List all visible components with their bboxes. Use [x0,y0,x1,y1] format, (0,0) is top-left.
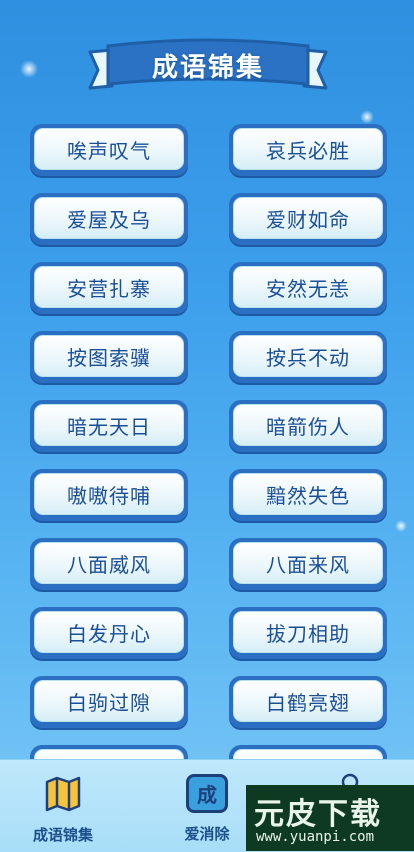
idiom-card[interactable]: 暗箭伤人 [229,400,387,452]
idiom-card[interactable]: 爱财如命 [229,193,387,245]
idiom-label: 八面威风 [34,542,184,584]
idiom-label: 哀兵必胜 [233,128,383,170]
idiom-label: 八面来风 [233,542,383,584]
idiom-card[interactable]: 按图索骥 [30,331,188,383]
idiom-card[interactable]: 按兵不动 [229,331,387,383]
tile-char: 成 [197,783,217,807]
idiom-card-partial[interactable] [30,745,188,760]
idiom-label: 爱财如命 [233,197,383,239]
title-banner: 成语锦集 [86,38,330,98]
idiom-card[interactable]: 唉声叹气 [30,124,188,176]
idiom-label: 爱屋及乌 [34,197,184,239]
idiom-label: 暗箭伤人 [233,404,383,446]
idiom-label: 唉声叹气 [34,128,184,170]
idiom-label: 黯然失色 [233,473,383,515]
watermark-title: 元皮下载 [254,797,382,832]
idiom-card[interactable]: 安然无恙 [229,262,387,314]
idiom-card-partial[interactable] [229,745,387,760]
idiom-grid: 唉声叹气 哀兵必胜 爱屋及乌 爱财如命 安营扎寨 安然无恙 按图索骥 按兵不动 … [25,120,389,760]
idiom-card[interactable]: 安营扎寨 [30,262,188,314]
idiom-card[interactable]: 黯然失色 [229,469,387,521]
nav-item-love-eliminate[interactable]: 成 爱消除 [162,774,252,844]
nav-label: 爱消除 [184,825,230,843]
idiom-card[interactable]: 白发丹心 [30,607,188,659]
idiom-label: 暗无天日 [34,404,184,446]
idiom-label: 白鹤亮翅 [233,680,383,722]
idiom-label: 拔刀相助 [233,611,383,653]
idiom-label: 白驹过隙 [34,680,184,722]
idiom-label: 嗷嗷待哺 [34,473,184,515]
idiom-card[interactable]: 暗无天日 [30,400,188,452]
background-sparkle [395,520,407,532]
nav-label: 成语锦集 [32,826,93,844]
idiom-label: 白发丹心 [34,611,184,653]
idiom-label: 安然无恙 [233,266,383,308]
idiom-card[interactable]: 八面威风 [30,538,188,590]
watermark: 元皮下载 www.yuanpi.com [246,785,414,851]
idiom-label: 安营扎寨 [34,266,184,308]
idiom-label: 按图索骥 [34,335,184,377]
idiom-card[interactable]: 拔刀相助 [229,607,387,659]
page-title: 成语锦集 [151,52,264,83]
idiom-card[interactable]: 嗷嗷待哺 [30,469,188,521]
watermark-url: www.yuanpi.com [256,829,375,845]
background-sparkle [20,60,38,78]
idiom-card[interactable]: 八面来风 [229,538,387,590]
idiom-card[interactable]: 哀兵必胜 [229,124,387,176]
idiom-card[interactable]: 爱屋及乌 [30,193,188,245]
idiom-label: 按兵不动 [233,335,383,377]
nav-item-idiom-collection[interactable]: 成语锦集 [18,774,108,844]
idiom-card[interactable]: 白驹过隙 [30,676,188,728]
book-icon [43,774,83,814]
cheng-tile-icon: 成 [186,774,228,813]
idiom-card[interactable]: 白鹤亮翅 [229,676,387,728]
